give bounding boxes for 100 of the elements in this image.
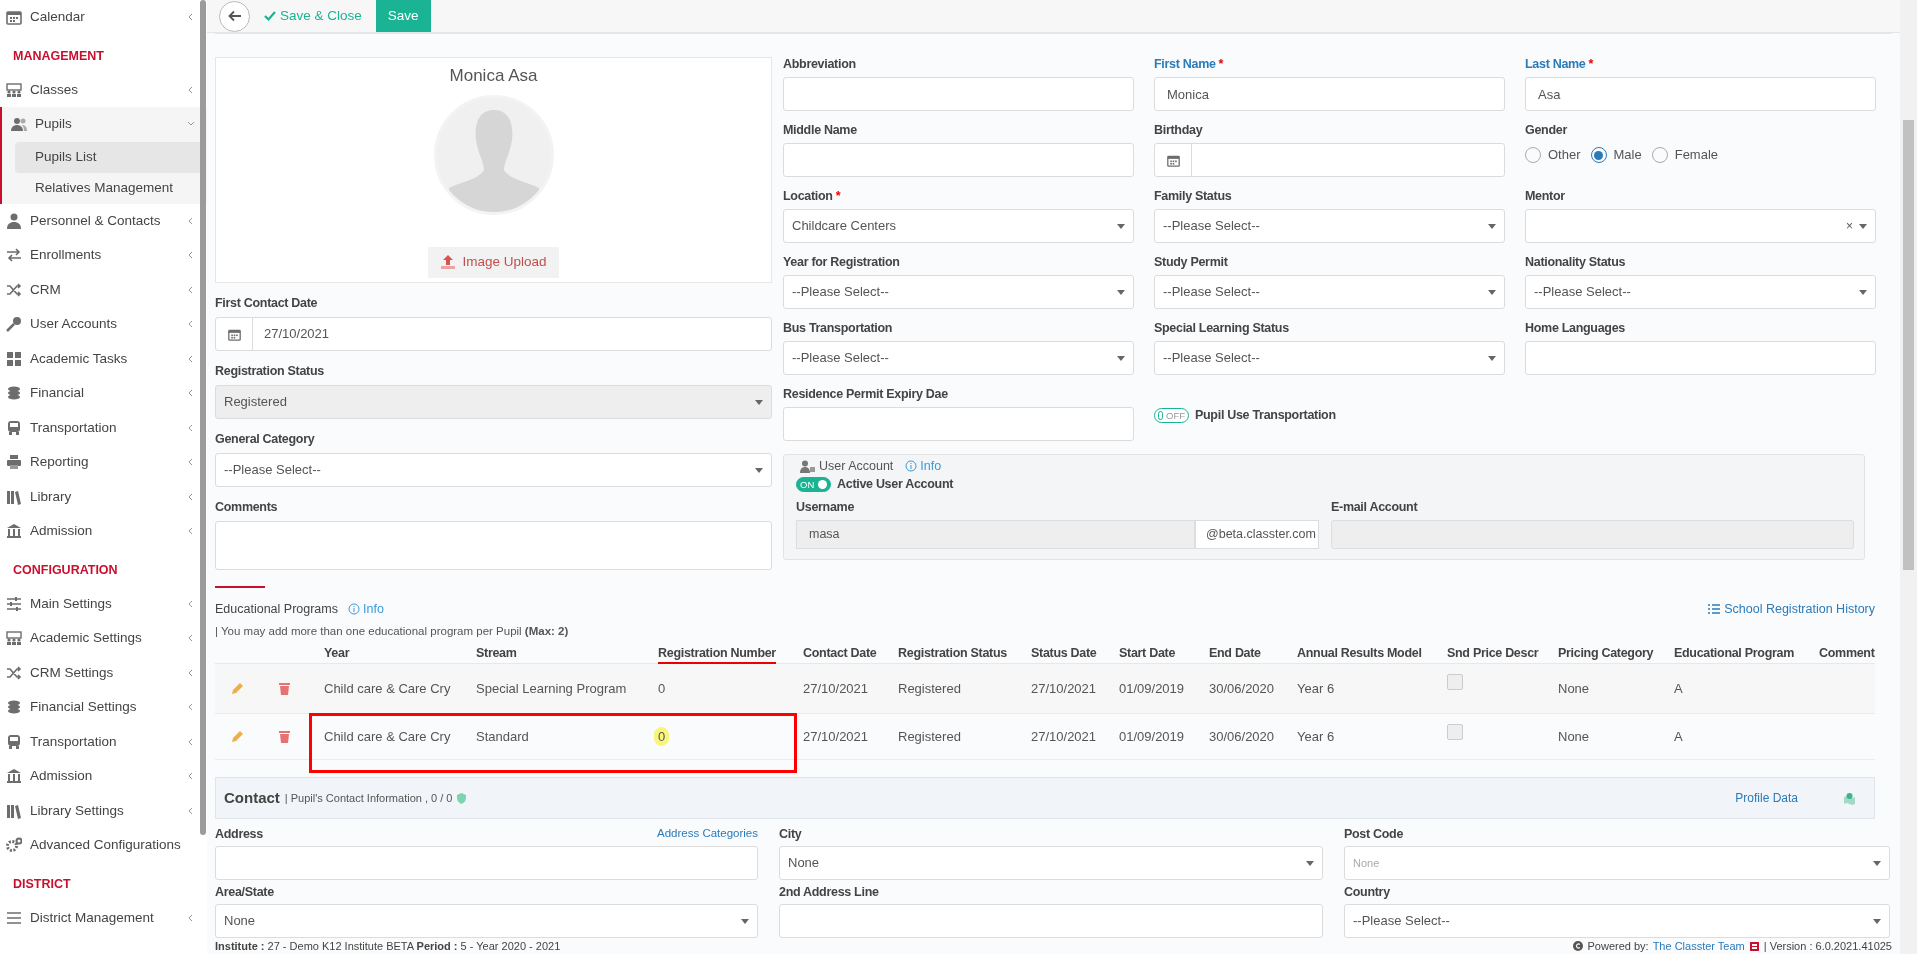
chevron-icon	[187, 772, 195, 781]
sidebar-item[interactable]: Classes	[0, 72, 207, 107]
scrollbar[interactable]	[1900, 0, 1917, 954]
select-field[interactable]: --Please Select--	[783, 341, 1134, 375]
sidebar-item[interactable]: Admission	[0, 759, 207, 794]
sidebar-item[interactable]: Library Settings	[0, 793, 207, 828]
address-categories-link[interactable]: Address Categories	[657, 825, 758, 843]
group-icon	[6, 630, 22, 647]
sidebar-subitem[interactable]: Relatives Management	[15, 172, 200, 204]
field-label: First Contact Date	[215, 294, 319, 312]
image-upload-button[interactable]: Image Upload	[428, 246, 559, 278]
table-cell: 27/10/2021	[1031, 680, 1097, 696]
map-pin-icon	[1843, 791, 1856, 805]
username-field[interactable]: masa	[796, 519, 1195, 549]
back-arrow-icon	[227, 9, 242, 23]
caret-icon	[1117, 355, 1125, 361]
radio-option[interactable]: Male	[1590, 145, 1642, 165]
tab-underline	[215, 586, 265, 588]
field-label: Mentor	[1525, 187, 1566, 205]
text-field[interactable]	[783, 407, 1134, 441]
sidebar-item[interactable]: Academic Tasks	[0, 341, 207, 376]
text-field[interactable]	[215, 846, 758, 880]
text-field[interactable]	[1525, 341, 1876, 375]
table-row[interactable]: Child care & Care Cry Special Learning Program 0 27/10/2021 Registered 27/10/2021 01/09/2019 30/06/2020 Year 6 None A	[215, 664, 1875, 714]
table-cell: 30/06/2020	[1209, 728, 1275, 744]
chevron-icon	[187, 668, 195, 677]
sidebar-item[interactable]: Main Settings	[0, 586, 207, 621]
field-label: Post Code	[1344, 825, 1404, 843]
section-subtitle: | Pupil's Contact Information , 0 / 0	[284, 790, 453, 806]
select-field[interactable]: ×	[1525, 209, 1876, 243]
domain-addon: @beta.classter.com	[1195, 519, 1319, 549]
email-field[interactable]	[1331, 519, 1854, 549]
bank-icon	[6, 523, 22, 540]
text-field[interactable]	[783, 77, 1134, 111]
sidebar-item[interactable]: Advanced Configurations	[0, 828, 207, 863]
select-field[interactable]: --Please Select--	[1344, 904, 1890, 938]
checkbox[interactable]	[1447, 674, 1463, 690]
column-header: Comment	[1819, 646, 1875, 662]
date-field[interactable]	[1154, 143, 1505, 177]
column-header: Registration Status	[898, 646, 1007, 662]
select-field[interactable]: --Please Select--	[215, 453, 772, 487]
sidebar-item[interactable]: Financial Settings	[0, 690, 207, 725]
sidebar-item[interactable]: Academic Settings	[0, 621, 207, 656]
clear-icon[interactable]: ×	[1846, 220, 1853, 232]
caret-icon	[1873, 918, 1881, 924]
scrollbar-thumb[interactable]	[1903, 120, 1914, 570]
sidebar-item[interactable]: Pupils	[2, 107, 207, 142]
profile-data-link[interactable]: Profile Data	[1735, 789, 1798, 807]
history-link[interactable]: School Registration History	[1708, 600, 1875, 619]
caret-icon	[755, 399, 763, 405]
sidebar-item[interactable]: Transportation	[0, 724, 207, 759]
sidebar-item[interactable]: Transportation	[0, 410, 207, 445]
select-field[interactable]: --Please Select--	[1525, 275, 1876, 309]
field-label: Bus Transportation	[783, 319, 894, 337]
select-field[interactable]: None	[779, 846, 1323, 880]
select-field[interactable]: --Please Select--	[783, 275, 1134, 309]
select-field[interactable]: --Please Select--	[1154, 209, 1505, 243]
column-header: Annual Results Model	[1297, 646, 1422, 662]
chevron-icon	[187, 423, 195, 432]
field-label: Last Name	[1525, 55, 1586, 73]
back-button[interactable]	[219, 0, 250, 32]
section-title: Contact	[224, 787, 280, 808]
checkbox[interactable]	[1447, 724, 1463, 740]
chevron-icon	[187, 737, 195, 746]
sidebar-item[interactable]: Calendar	[0, 0, 207, 35]
sidebar-item[interactable]: Admission	[0, 514, 207, 549]
text-field[interactable]: Asa	[1525, 77, 1876, 111]
table-row[interactable]: Child care & Care Cry Standard 0 27/10/2021 Registered 27/10/2021 01/09/2019 30/06/2020 Year 6 None A	[215, 714, 1875, 760]
text-field[interactable]	[779, 904, 1323, 938]
scrollbar-thumb[interactable]	[200, 0, 206, 835]
bus-icon	[6, 419, 22, 436]
sidebar-item[interactable]: Financial	[0, 376, 207, 411]
sidebar-item[interactable]: Personnel & Contacts	[0, 203, 207, 238]
printer-icon	[6, 454, 22, 471]
text-field[interactable]	[783, 143, 1134, 177]
date-field[interactable]: 27/10/2021	[215, 317, 772, 351]
sidebar-item[interactable]: User Accounts	[0, 307, 207, 342]
text-field[interactable]: Monica	[1154, 77, 1505, 111]
sidebar-item[interactable]: Reporting	[0, 445, 207, 480]
table-cell: 0	[658, 680, 666, 696]
sidebar-item[interactable]: Enrollments	[0, 238, 207, 273]
section-heading: MANAGEMENT	[12, 47, 105, 65]
sidebar-subitem[interactable]: Pupils List	[15, 141, 200, 173]
comments-field[interactable]	[215, 521, 772, 570]
select-field[interactable]: Childcare Centers	[783, 209, 1134, 243]
select-field[interactable]: --Please Select--	[1154, 341, 1505, 375]
radio-option[interactable]: Other	[1525, 145, 1581, 165]
select-field[interactable]: --Please Select--	[1154, 275, 1505, 309]
chevron-icon	[187, 599, 195, 608]
sidebar-item[interactable]: CRM	[0, 272, 207, 307]
select-field[interactable]: None	[215, 904, 758, 938]
column-header: End Date	[1209, 646, 1261, 662]
radio-option[interactable]: Female	[1651, 145, 1719, 165]
sidebar-item[interactable]: CRM Settings	[0, 655, 207, 690]
footer-info: Institute : 27 - Demo K12 Institute BETA Period : 5 - Year 2020 - 2021	[215, 939, 561, 954]
table-cell: 01/09/2019	[1119, 680, 1185, 696]
team-link[interactable]: The Classter Team	[1652, 938, 1745, 954]
sidebar-item[interactable]: Library	[0, 479, 207, 514]
sidebar-item[interactable]: District Management	[0, 900, 207, 935]
swap-arrows-icon	[6, 247, 22, 264]
